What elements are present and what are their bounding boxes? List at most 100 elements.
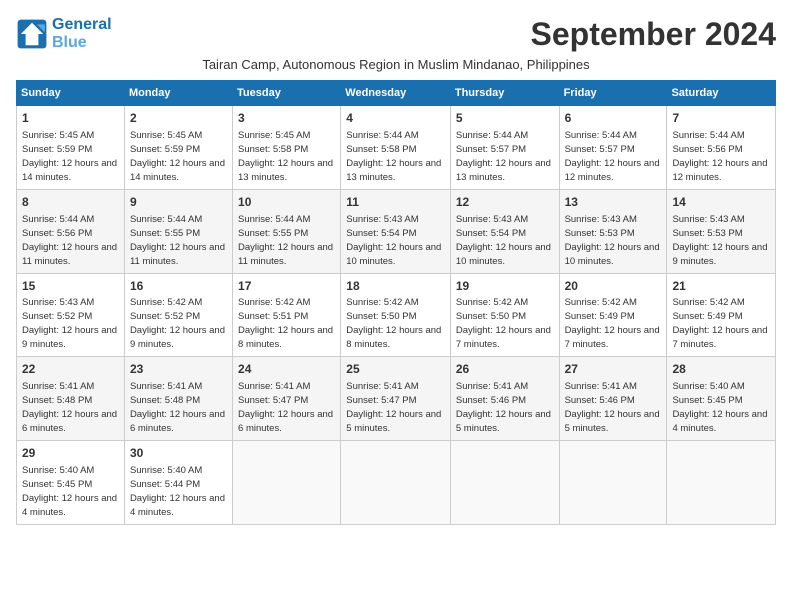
day-number: 7: [672, 110, 770, 127]
day-info: Sunrise: 5:43 AMSunset: 5:54 PMDaylight:…: [456, 214, 551, 267]
day-number: 12: [456, 194, 554, 211]
day-info: Sunrise: 5:43 AMSunset: 5:53 PMDaylight:…: [565, 214, 660, 267]
calendar-cell: [233, 441, 341, 525]
calendar-cell: [667, 441, 776, 525]
calendar-cell: 6 Sunrise: 5:44 AMSunset: 5:57 PMDaylight…: [559, 106, 667, 190]
calendar-cell: 8 Sunrise: 5:44 AMSunset: 5:56 PMDaylight…: [17, 189, 125, 273]
day-number: 13: [565, 194, 662, 211]
calendar-cell: 11 Sunrise: 5:43 AMSunset: 5:54 PMDayligh…: [341, 189, 451, 273]
day-number: 26: [456, 361, 554, 378]
calendar-cell: 28 Sunrise: 5:40 AMSunset: 5:45 PMDayligh…: [667, 357, 776, 441]
calendar-cell: 14 Sunrise: 5:43 AMSunset: 5:53 PMDayligh…: [667, 189, 776, 273]
day-info: Sunrise: 5:44 AMSunset: 5:57 PMDaylight:…: [565, 130, 660, 183]
day-number: 20: [565, 278, 662, 295]
day-info: Sunrise: 5:44 AMSunset: 5:55 PMDaylight:…: [238, 214, 333, 267]
day-number: 6: [565, 110, 662, 127]
day-number: 29: [22, 445, 119, 462]
day-info: Sunrise: 5:44 AMSunset: 5:57 PMDaylight:…: [456, 130, 551, 183]
calendar-week-5: 29 Sunrise: 5:40 AMSunset: 5:45 PMDayligh…: [17, 441, 776, 525]
day-info: Sunrise: 5:40 AMSunset: 5:44 PMDaylight:…: [130, 465, 225, 518]
day-info: Sunrise: 5:42 AMSunset: 5:51 PMDaylight:…: [238, 297, 333, 350]
calendar-cell: 18Sunrise: 5:42 AMSunset: 5:50 PMDayligh…: [341, 273, 451, 357]
day-info: Sunrise: 5:42 AMSunset: 5:50 PMDaylight:…: [346, 297, 441, 350]
calendar-cell: [559, 441, 667, 525]
day-info: Sunrise: 5:41 AMSunset: 5:48 PMDaylight:…: [130, 381, 225, 434]
logo-text: General Blue: [52, 16, 112, 52]
day-info: Sunrise: 5:42 AMSunset: 5:49 PMDaylight:…: [672, 297, 767, 350]
day-info: Sunrise: 5:42 AMSunset: 5:49 PMDaylight:…: [565, 297, 660, 350]
calendar-cell: 30Sunrise: 5:40 AMSunset: 5:44 PMDayligh…: [124, 441, 232, 525]
calendar-cell: 5Sunrise: 5:44 AMSunset: 5:57 PMDaylight…: [450, 106, 559, 190]
day-number: 14: [672, 194, 770, 211]
calendar-cell: 10Sunrise: 5:44 AMSunset: 5:55 PMDayligh…: [233, 189, 341, 273]
day-number: 19: [456, 278, 554, 295]
day-info: Sunrise: 5:40 AMSunset: 5:45 PMDaylight:…: [22, 465, 117, 518]
header-cell-wednesday: Wednesday: [341, 81, 451, 106]
calendar-cell: 4 Sunrise: 5:44 AMSunset: 5:58 PMDaylight…: [341, 106, 451, 190]
header-row: SundayMondayTuesdayWednesdayThursdayFrid…: [17, 81, 776, 106]
calendar-week-4: 22Sunrise: 5:41 AMSunset: 5:48 PMDayligh…: [17, 357, 776, 441]
day-number: 8: [22, 194, 119, 211]
day-info: Sunrise: 5:44 AMSunset: 5:56 PMDaylight:…: [672, 130, 767, 183]
calendar-cell: 3 Sunrise: 5:45 AMSunset: 5:58 PMDaylight…: [233, 106, 341, 190]
calendar-cell: 22Sunrise: 5:41 AMSunset: 5:48 PMDayligh…: [17, 357, 125, 441]
calendar-cell: 1 Sunrise: 5:45 AMSunset: 5:59 PMDaylight…: [17, 106, 125, 190]
day-number: 11: [346, 194, 445, 211]
day-info: Sunrise: 5:45 AMSunset: 5:59 PMDaylight:…: [22, 130, 117, 183]
day-number: 15: [22, 278, 119, 295]
header-cell-monday: Monday: [124, 81, 232, 106]
calendar-week-3: 15Sunrise: 5:43 AMSunset: 5:52 PMDayligh…: [17, 273, 776, 357]
day-info: Sunrise: 5:41 AMSunset: 5:47 PMDaylight:…: [238, 381, 333, 434]
day-info: Sunrise: 5:45 AMSunset: 5:59 PMDaylight:…: [130, 130, 225, 183]
day-number: 2: [130, 110, 227, 127]
calendar-cell: 19 Sunrise: 5:42 AMSunset: 5:50 PMDayligh…: [450, 273, 559, 357]
day-info: Sunrise: 5:41 AMSunset: 5:46 PMDaylight:…: [565, 381, 660, 434]
calendar-cell: 29 Sunrise: 5:40 AMSunset: 5:45 PMDayligh…: [17, 441, 125, 525]
calendar-cell: 17 Sunrise: 5:42 AMSunset: 5:51 PMDayligh…: [233, 273, 341, 357]
calendar-cell: 12 Sunrise: 5:43 AMSunset: 5:54 PMDayligh…: [450, 189, 559, 273]
day-number: 4: [346, 110, 445, 127]
day-number: 23: [130, 361, 227, 378]
logo-icon: [16, 18, 48, 50]
day-number: 9: [130, 194, 227, 211]
day-number: 27: [565, 361, 662, 378]
day-info: Sunrise: 5:40 AMSunset: 5:45 PMDaylight:…: [672, 381, 767, 434]
day-info: Sunrise: 5:44 AMSunset: 5:58 PMDaylight:…: [346, 130, 441, 183]
calendar-cell: 24 Sunrise: 5:41 AMSunset: 5:47 PMDayligh…: [233, 357, 341, 441]
calendar-cell: 20 Sunrise: 5:42 AMSunset: 5:49 PMDayligh…: [559, 273, 667, 357]
calendar-cell: 21 Sunrise: 5:42 AMSunset: 5:49 PMDayligh…: [667, 273, 776, 357]
calendar-cell: [450, 441, 559, 525]
day-info: Sunrise: 5:42 AMSunset: 5:50 PMDaylight:…: [456, 297, 551, 350]
calendar-cell: 2 Sunrise: 5:45 AMSunset: 5:59 PMDaylight…: [124, 106, 232, 190]
day-number: 17: [238, 278, 335, 295]
header-cell-thursday: Thursday: [450, 81, 559, 106]
calendar-table: SundayMondayTuesdayWednesdayThursdayFrid…: [16, 80, 776, 525]
calendar-cell: 13 Sunrise: 5:43 AMSunset: 5:53 PMDayligh…: [559, 189, 667, 273]
header-cell-friday: Friday: [559, 81, 667, 106]
day-number: 16: [130, 278, 227, 295]
header: General Blue September 2024: [16, 16, 776, 53]
calendar-cell: 25Sunrise: 5:41 AMSunset: 5:47 PMDayligh…: [341, 357, 451, 441]
day-number: 1: [22, 110, 119, 127]
day-number: 3: [238, 110, 335, 127]
logo: General Blue: [16, 16, 112, 52]
calendar-cell: 23 Sunrise: 5:41 AMSunset: 5:48 PMDayligh…: [124, 357, 232, 441]
day-number: 25: [346, 361, 445, 378]
day-info: Sunrise: 5:44 AMSunset: 5:56 PMDaylight:…: [22, 214, 117, 267]
day-info: Sunrise: 5:43 AMSunset: 5:54 PMDaylight:…: [346, 214, 441, 267]
calendar-week-1: 1 Sunrise: 5:45 AMSunset: 5:59 PMDaylight…: [17, 106, 776, 190]
subtitle: Tairan Camp, Autonomous Region in Muslim…: [16, 57, 776, 72]
day-info: Sunrise: 5:44 AMSunset: 5:55 PMDaylight:…: [130, 214, 225, 267]
calendar-cell: 15Sunrise: 5:43 AMSunset: 5:52 PMDayligh…: [17, 273, 125, 357]
calendar-cell: 27 Sunrise: 5:41 AMSunset: 5:46 PMDayligh…: [559, 357, 667, 441]
day-number: 21: [672, 278, 770, 295]
day-info: Sunrise: 5:45 AMSunset: 5:58 PMDaylight:…: [238, 130, 333, 183]
calendar-cell: 26Sunrise: 5:41 AMSunset: 5:46 PMDayligh…: [450, 357, 559, 441]
calendar-week-2: 8 Sunrise: 5:44 AMSunset: 5:56 PMDaylight…: [17, 189, 776, 273]
day-number: 28: [672, 361, 770, 378]
calendar-cell: 9 Sunrise: 5:44 AMSunset: 5:55 PMDaylight…: [124, 189, 232, 273]
calendar-cell: 7 Sunrise: 5:44 AMSunset: 5:56 PMDaylight…: [667, 106, 776, 190]
day-number: 24: [238, 361, 335, 378]
day-info: Sunrise: 5:43 AMSunset: 5:53 PMDaylight:…: [672, 214, 767, 267]
month-title: September 2024: [531, 16, 776, 53]
